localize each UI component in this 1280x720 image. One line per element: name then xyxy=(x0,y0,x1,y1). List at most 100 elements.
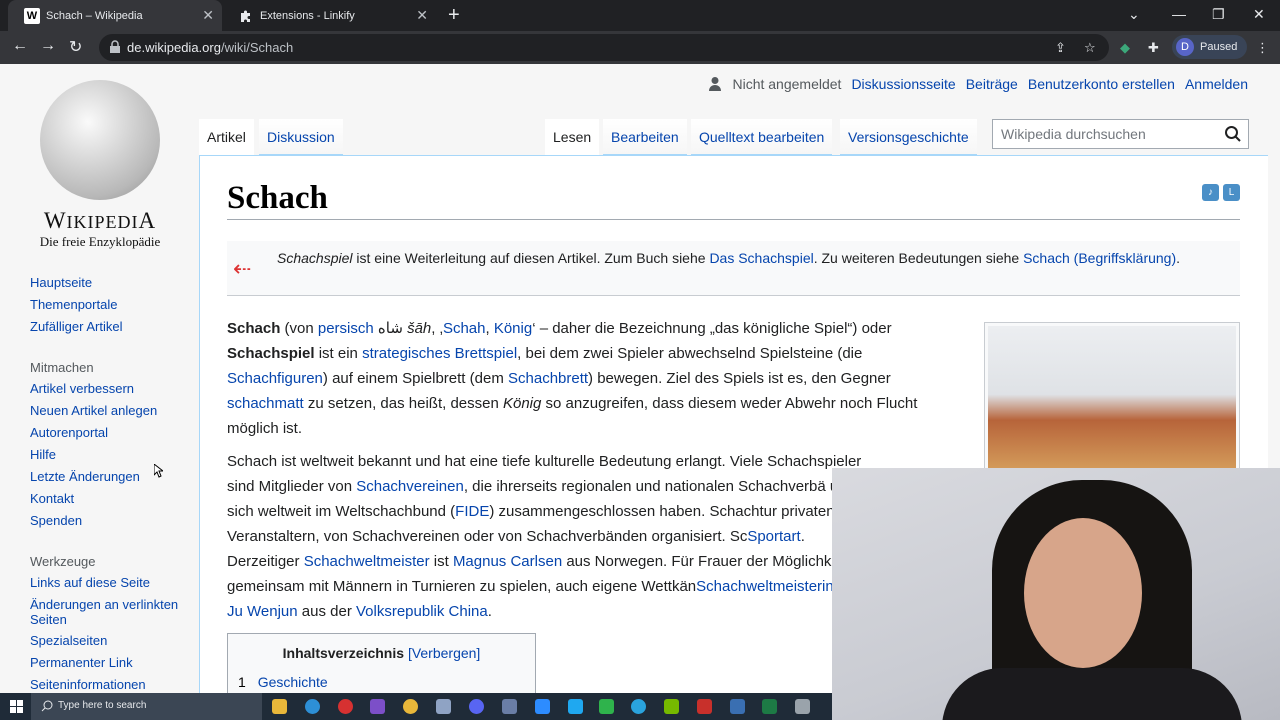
link-strategisches-brettspiel[interactable]: strategisches Brettspiel xyxy=(362,345,517,362)
taskbar-search-placeholder: Type here to search xyxy=(58,700,147,711)
link-schachbrett[interactable]: Schachbrett xyxy=(508,370,588,387)
text: , ‚ xyxy=(431,320,443,337)
windows-start-icon[interactable] xyxy=(10,700,23,713)
filezilla-icon[interactable] xyxy=(697,699,712,714)
link-koenig[interactable]: König xyxy=(494,320,532,337)
close-window-icon[interactable]: ✕ xyxy=(1253,6,1265,23)
edge-icon[interactable] xyxy=(305,699,320,714)
app-icon[interactable] xyxy=(568,699,583,714)
link-schach-begriffsklaerung[interactable]: Schach (Begriffsklärung) xyxy=(1023,250,1176,266)
sidebar-item-themenportale[interactable]: Themenportale xyxy=(30,294,195,316)
maximize-icon[interactable]: ❐ xyxy=(1212,6,1225,23)
sidebar-item-letzte-aenderungen[interactable]: Letzte Änderungen xyxy=(30,466,195,488)
link-ju-wenjun[interactable]: Ju Wenjun xyxy=(227,603,298,620)
close-tab-icon[interactable]: ✕ xyxy=(416,7,428,24)
tab-wikipedia[interactable]: W Schach – Wikipedia ✕ xyxy=(8,0,222,31)
sidebar-item-permanenter-link[interactable]: Permanenter Link xyxy=(30,652,195,674)
link-magnus-carlsen[interactable]: Magnus Carlsen xyxy=(453,553,562,570)
close-tab-icon[interactable]: ✕ xyxy=(202,7,214,24)
text: شاه xyxy=(373,320,408,337)
tab-lesen[interactable]: Lesen xyxy=(545,119,600,155)
link-schachweltmeisterin[interactable]: Schachweltmeisterin xyxy=(696,578,834,595)
intro-paragraph-2: Schach ist weltweit bekannt und hat eine… xyxy=(227,449,867,624)
sidebar-item-links-auf-diese-seite[interactable]: Links auf diese Seite xyxy=(30,572,195,594)
visual-studio-icon[interactable] xyxy=(370,699,385,714)
zoom-icon[interactable] xyxy=(535,699,550,714)
extensions-puzzle-icon[interactable]: ✚ xyxy=(1148,40,1159,56)
app-icon[interactable] xyxy=(730,699,745,714)
reload-icon[interactable]: ↻ xyxy=(69,37,82,57)
sidebar-item-neuen-artikel[interactable]: Neuen Artikel anlegen xyxy=(30,400,195,422)
link-persisch[interactable]: persisch xyxy=(318,320,374,337)
login-link[interactable]: Anmelden xyxy=(1185,76,1248,92)
discord-icon[interactable] xyxy=(469,699,484,714)
link-schachfiguren[interactable]: Schachfiguren xyxy=(227,370,323,387)
forward-icon[interactable]: → xyxy=(40,37,56,55)
presenter-shoulders xyxy=(942,668,1242,720)
new-tab-icon[interactable]: + xyxy=(448,4,460,27)
sidebar-heading-mitmachen: Mitmachen xyxy=(30,360,94,375)
app-icon[interactable] xyxy=(795,699,810,714)
nvidia-icon[interactable] xyxy=(664,699,679,714)
sidebar-item-spezialseiten[interactable]: Spezialseiten xyxy=(30,630,195,652)
bookmark-star-icon[interactable]: ☆ xyxy=(1084,40,1096,56)
link-schachweltmeister[interactable]: Schachweltmeister xyxy=(304,553,430,570)
telegram-icon[interactable] xyxy=(631,699,646,714)
sidebar-item-artikel-verbessern[interactable]: Artikel verbessern xyxy=(30,378,195,400)
tab-quelltext-bearbeiten[interactable]: Quelltext bearbeiten xyxy=(691,119,833,155)
pycharm-icon[interactable] xyxy=(599,699,614,714)
minimize-icon[interactable]: — xyxy=(1172,6,1186,22)
app-icon[interactable] xyxy=(436,699,451,714)
tab-extensions[interactable]: Extensions - Linkify ✕ xyxy=(222,0,436,31)
opera-icon[interactable] xyxy=(338,699,353,714)
link-das-schachspiel[interactable]: Das Schachspiel xyxy=(709,250,813,266)
link-schah[interactable]: Schah xyxy=(443,320,486,337)
toc-item-label[interactable]: Geschichte xyxy=(258,674,328,690)
url-path: /wiki/Schach xyxy=(220,40,294,55)
tab-diskussion[interactable]: Diskussion xyxy=(259,119,343,155)
wikipedia-logo[interactable]: WIKIPEDIA Die freie Enzyklopädie xyxy=(30,80,170,249)
sidebar-item-spenden[interactable]: Spenden xyxy=(30,510,195,532)
sidebar-item-hauptseite[interactable]: Hauptseite xyxy=(30,272,195,294)
url-input[interactable]: de.wikipedia.org/wiki/Schach xyxy=(99,34,1109,61)
sidebar-item-autorenportal[interactable]: Autorenportal xyxy=(30,422,195,444)
taskbar-search-input[interactable]: Type here to search xyxy=(31,693,262,720)
link-schachvereinen[interactable]: Schachvereinen xyxy=(356,478,464,495)
tab-bearbeiten[interactable]: Bearbeiten xyxy=(603,119,687,155)
file-explorer-icon[interactable] xyxy=(272,699,287,714)
bold-term: Schach xyxy=(227,320,281,337)
search-input[interactable]: Wikipedia durchsuchen xyxy=(992,119,1249,149)
audio-indicator-icon[interactable]: ♪ xyxy=(1202,184,1219,201)
link-volksrepublik-china[interactable]: Volksrepublik China xyxy=(356,603,488,620)
sidebar-item-kontakt[interactable]: Kontakt xyxy=(30,488,195,510)
link-schachmatt[interactable]: schachmatt xyxy=(227,395,304,412)
link-sportart[interactable]: Sportart xyxy=(747,528,800,545)
profile-button[interactable]: D Paused xyxy=(1172,35,1247,59)
menu-kebab-icon[interactable]: ⋮ xyxy=(1256,40,1269,56)
sidebar-item-zufaelliger-artikel[interactable]: Zufälliger Artikel xyxy=(30,316,195,338)
linkify-extension-icon[interactable]: ◆ xyxy=(1120,40,1130,56)
share-icon[interactable]: ⇪ xyxy=(1055,40,1066,56)
webcam-overlay xyxy=(832,468,1280,720)
app-icon[interactable] xyxy=(762,699,777,714)
app-icon[interactable] xyxy=(502,699,517,714)
chess-board-thumbnail[interactable] xyxy=(984,322,1240,482)
toc-item[interactable]: 1 Geschichte xyxy=(238,674,525,690)
chrome-icon[interactable] xyxy=(403,699,418,714)
user-icon xyxy=(709,77,722,91)
create-account-link[interactable]: Benutzerkonto erstellen xyxy=(1028,76,1175,92)
sidebar-item-aenderungen-verlinkt[interactable]: Änderungen an verlinkten Seiten xyxy=(30,594,195,630)
sidebar-item-seiteninformationen[interactable]: Seiteninformationen xyxy=(30,674,195,693)
windows-taskbar: Type here to search xyxy=(0,693,832,720)
back-icon[interactable]: ← xyxy=(12,37,28,55)
search-icon[interactable] xyxy=(1224,125,1242,143)
tab-versionsgeschichte[interactable]: Versionsgeschichte xyxy=(840,119,977,155)
tab-search-icon[interactable]: ⌄ xyxy=(1128,6,1140,23)
lesenswert-indicator-icon[interactable]: L xyxy=(1223,184,1240,201)
sidebar-item-hilfe[interactable]: Hilfe xyxy=(30,444,195,466)
toc-toggle[interactable]: [Verbergen] xyxy=(408,645,480,661)
tab-artikel[interactable]: Artikel xyxy=(199,119,254,155)
link-fide[interactable]: FIDE xyxy=(455,503,489,520)
contributions-link[interactable]: Beiträge xyxy=(966,76,1018,92)
talk-link[interactable]: Diskussionsseite xyxy=(851,76,955,92)
